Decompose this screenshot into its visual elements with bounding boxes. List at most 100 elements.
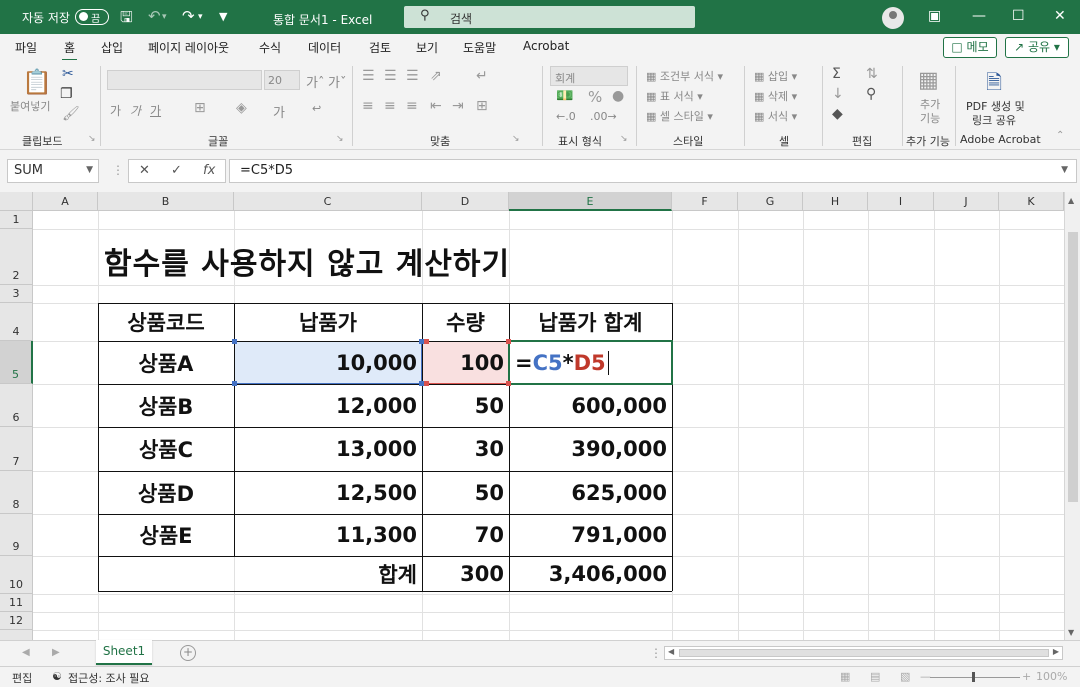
pdf-create-label-2[interactable]: 링크 공유 bbox=[972, 112, 1016, 128]
row-header-3[interactable]: 3 bbox=[0, 285, 33, 303]
share-button[interactable]: ↗ 공유 ▾ bbox=[1005, 37, 1069, 58]
increase-font-icon[interactable]: 가ˆ bbox=[306, 72, 324, 91]
redo-icon[interactable]: ↷ bbox=[182, 7, 195, 25]
row-header-4[interactable]: 4 bbox=[0, 303, 33, 341]
tab-view[interactable]: 보기 bbox=[416, 39, 438, 56]
format-as-table-button[interactable]: ▦ 표 서식 ▾ bbox=[646, 88, 703, 104]
column-header-c[interactable]: C bbox=[234, 192, 422, 211]
tab-formulas[interactable]: 수식 bbox=[259, 39, 281, 56]
zoom-slider-knob[interactable] bbox=[972, 672, 975, 682]
minimize-icon[interactable]: — bbox=[972, 8, 986, 24]
font-color-icon[interactable]: 가 bbox=[273, 102, 285, 121]
tab-split-icon[interactable]: ⋮ bbox=[650, 646, 662, 660]
tab-review[interactable]: 검토 bbox=[369, 39, 391, 56]
row-header-10[interactable]: 10 bbox=[0, 556, 33, 594]
customize-toolbar-icon[interactable]: ▼ bbox=[219, 10, 227, 23]
autosave-toggle[interactable]: 끔 bbox=[75, 9, 109, 25]
format-cells-button[interactable]: ▦ 서식 ▾ bbox=[754, 108, 797, 124]
column-header-a[interactable]: A bbox=[33, 192, 98, 211]
header-product-code[interactable]: 상품코드 bbox=[98, 303, 234, 341]
row-header-7[interactable]: 7 bbox=[0, 427, 33, 471]
align-right-icon[interactable]: ≡ bbox=[406, 98, 418, 114]
ref-handle[interactable] bbox=[232, 339, 237, 344]
align-center-icon[interactable]: ≡ bbox=[384, 98, 396, 114]
fill-icon[interactable]: ↓ bbox=[832, 86, 844, 102]
header-price[interactable]: 납품가 bbox=[234, 303, 422, 341]
cell-b7[interactable]: 상품C bbox=[98, 427, 234, 471]
save-icon[interactable]: 🖫 bbox=[120, 7, 133, 32]
zoom-slider[interactable] bbox=[930, 677, 1020, 678]
cell-e9[interactable]: 791,000 bbox=[509, 514, 672, 556]
find-select-icon[interactable]: ⚲ bbox=[866, 86, 876, 102]
ref-handle[interactable] bbox=[506, 339, 511, 344]
decrease-indent-icon[interactable]: ⇤ bbox=[430, 98, 442, 114]
add-sheet-button[interactable]: + bbox=[180, 645, 196, 661]
prev-sheet-icon[interactable]: ◀ bbox=[22, 647, 30, 658]
cell-d8[interactable]: 50 bbox=[422, 471, 509, 514]
collapse-ribbon-icon[interactable]: ⌃ bbox=[1056, 130, 1064, 141]
insert-cells-button[interactable]: ▦ 삽입 ▾ bbox=[754, 68, 797, 84]
cell-c7[interactable]: 13,000 bbox=[234, 427, 422, 471]
number-launcher-icon[interactable]: ↘ bbox=[620, 134, 628, 144]
scroll-up-icon[interactable]: ▲ bbox=[1068, 196, 1074, 205]
row-header-11[interactable]: 11 bbox=[0, 594, 33, 612]
orientation-icon[interactable]: ⇗ bbox=[430, 68, 442, 84]
enter-icon[interactable]: ✓ bbox=[171, 163, 182, 178]
cell-c8[interactable]: 12,500 bbox=[234, 471, 422, 514]
worksheet-grid[interactable]: A B C D E F G H I J K 1 2 3 4 5 6 7 8 9 … bbox=[0, 192, 1080, 640]
increase-indent-icon[interactable]: ⇥ bbox=[452, 98, 464, 114]
column-header-b[interactable]: B bbox=[98, 192, 234, 211]
paste-icon[interactable]: 📋 bbox=[22, 68, 52, 96]
tab-help[interactable]: 도움말 bbox=[463, 39, 496, 56]
row-header-5[interactable]: 5 bbox=[0, 341, 33, 384]
cell-e5-editing[interactable]: = C5 * D5 bbox=[509, 341, 672, 384]
zoom-level[interactable]: 100% bbox=[1036, 670, 1067, 683]
conditional-format-button[interactable]: ▦ 조건부 서식 ▾ bbox=[646, 68, 723, 84]
memo-button[interactable]: □ 메모 bbox=[943, 37, 997, 58]
align-top-icon[interactable]: ☰ bbox=[362, 68, 375, 84]
decrease-decimal-icon[interactable]: .00→ bbox=[590, 110, 617, 123]
merge-center-icon[interactable]: ⊞ bbox=[476, 98, 488, 114]
align-left-icon[interactable]: ≡ bbox=[362, 98, 374, 114]
cut-icon[interactable]: ✂ bbox=[62, 66, 74, 82]
maximize-icon[interactable]: ☐ bbox=[1012, 8, 1025, 24]
horizontal-scroll-thumb[interactable] bbox=[679, 649, 1049, 657]
header-total[interactable]: 납품가 합계 bbox=[509, 303, 672, 341]
column-header-e[interactable]: E bbox=[509, 192, 672, 211]
accounting-format-icon[interactable]: 💵 bbox=[556, 88, 573, 104]
tab-home[interactable]: 홈 bbox=[61, 39, 78, 61]
close-icon[interactable]: ✕ bbox=[1054, 8, 1066, 24]
cell-sum-label[interactable]: 합계 bbox=[98, 556, 422, 591]
tab-acrobat[interactable]: Acrobat bbox=[523, 39, 569, 53]
avatar[interactable] bbox=[882, 7, 904, 29]
addins-label[interactable]: 추가 기능 bbox=[920, 98, 944, 126]
select-all-button[interactable] bbox=[0, 192, 33, 211]
row-header-8[interactable]: 8 bbox=[0, 471, 33, 514]
expand-formula-icon[interactable]: ▼ bbox=[1061, 165, 1068, 175]
undo-icon[interactable]: ↶ bbox=[148, 7, 161, 25]
next-sheet-icon[interactable]: ▶ bbox=[52, 647, 60, 658]
accessibility-status[interactable]: 접근성: 조사 필요 bbox=[68, 670, 150, 686]
cell-b5[interactable]: 상품A bbox=[98, 341, 234, 384]
header-quantity[interactable]: 수량 bbox=[422, 303, 509, 341]
ref-handle[interactable] bbox=[424, 339, 429, 344]
tab-insert[interactable]: 삽입 bbox=[101, 39, 123, 56]
column-header-d[interactable]: D bbox=[422, 192, 509, 211]
comma-style-icon[interactable]: ● bbox=[612, 88, 624, 104]
autosum-icon[interactable]: Σ bbox=[832, 66, 841, 82]
cell-b9[interactable]: 상품E bbox=[98, 514, 234, 556]
scroll-down-icon[interactable]: ▼ bbox=[1068, 628, 1074, 637]
column-header-j[interactable]: J bbox=[934, 192, 999, 211]
format-painter-icon[interactable]: 🖌 bbox=[62, 106, 80, 122]
cell-styles-button[interactable]: ▦ 셀 스타일 ▾ bbox=[646, 108, 713, 124]
row-header-9[interactable]: 9 bbox=[0, 514, 33, 556]
redo-dropdown-icon[interactable]: ▾ bbox=[198, 12, 203, 22]
cell-d5[interactable]: 100 bbox=[422, 341, 509, 384]
row-header-2[interactable]: 2 bbox=[0, 229, 33, 285]
vertical-scroll-thumb[interactable] bbox=[1068, 232, 1078, 502]
cell-e7[interactable]: 390,000 bbox=[509, 427, 672, 471]
column-header-k[interactable]: K bbox=[999, 192, 1064, 211]
font-name-input[interactable] bbox=[107, 70, 262, 90]
column-header-h[interactable]: H bbox=[803, 192, 868, 211]
cancel-icon[interactable]: ✕ bbox=[139, 163, 150, 178]
